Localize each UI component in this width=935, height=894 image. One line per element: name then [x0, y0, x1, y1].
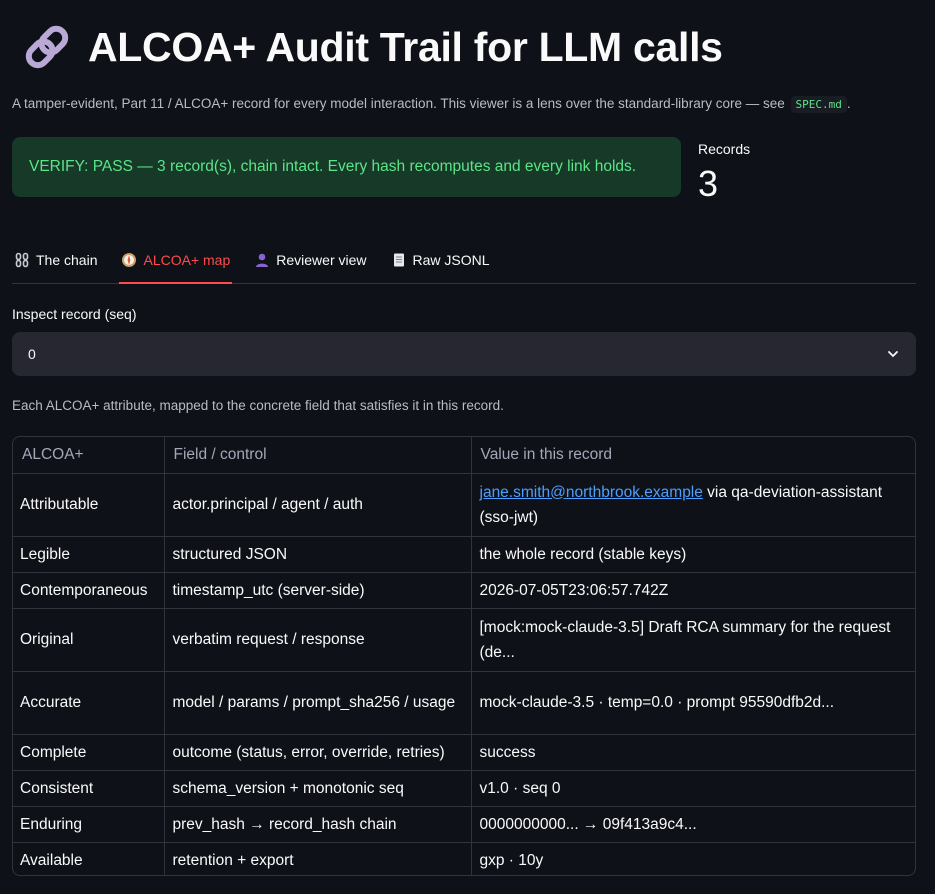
tab-label: Reviewer view — [276, 252, 367, 268]
field-cell: outcome (status, error, override, retrie… — [164, 734, 472, 771]
document-icon — [393, 253, 404, 267]
attr-cell: Enduring — [13, 806, 165, 843]
tab-bar: The chain ALCOA+ map Reviewer view Raw J… — [12, 240, 916, 284]
table-row: Contemporaneous timestamp_utc (server-si… — [13, 572, 915, 609]
tab-label: Raw JSONL — [412, 252, 490, 268]
value-cell: [mock:mock-claude-3.5] Draft RCA summary… — [471, 608, 915, 672]
table-row: Accurate model / params / prompt_sha256 … — [13, 671, 915, 735]
tab-label: ALCOA+ map — [143, 252, 231, 268]
field-cell: retention + export — [164, 842, 472, 875]
table-row: Attributable actor.principal / agent / a… — [13, 473, 915, 537]
attr-cell: Legible — [13, 536, 165, 573]
tab-label: The chain — [36, 252, 98, 268]
metric-label: Records — [698, 141, 751, 157]
attr-cell: Accurate — [13, 671, 165, 735]
attr-cell: Attributable — [13, 473, 165, 537]
table-row: Consistent schema_version + monotonic se… — [13, 770, 915, 807]
inspect-record-select[interactable]: 0 — [12, 332, 916, 376]
page: ALCOA+ Audit Trail for LLM calls A tampe… — [0, 0, 935, 894]
value-cell: mock-claude-3.5 · temp=0.0 · prompt 9559… — [471, 671, 915, 735]
field-cell: actor.principal / agent / auth — [164, 473, 472, 537]
records-metric: Records 3 — [698, 141, 750, 205]
field-cell: timestamp_utc (server-side) — [164, 572, 472, 609]
value-cell: gxp · 10y — [479, 851, 544, 869]
inspect-record-label: Inspect record (seq) — [12, 306, 137, 322]
tab-raw-jsonl[interactable]: Raw JSONL — [389, 240, 492, 280]
subtitle-end: . — [846, 96, 851, 111]
field-cell: model / params / prompt_sha256 / usage — [164, 671, 472, 735]
value-cell: jane.smith@northbrook.example via qa-dev… — [471, 473, 915, 537]
column-header: Field / control — [164, 437, 472, 474]
spec-code: SPEC.md — [790, 96, 847, 113]
table-row: Complete outcome (status, error, overrid… — [13, 734, 915, 771]
attr-cell: Contemporaneous — [13, 572, 165, 609]
table-caption: Each ALCOA+ attribute, mapped to the con… — [12, 398, 504, 413]
tab-reviewer-view[interactable]: Reviewer view — [252, 240, 368, 280]
table-row: Available retention + export gxp · 10y — [13, 842, 915, 875]
link-icon — [25, 25, 69, 69]
field-cell: structured JSON — [164, 536, 472, 573]
attr-cell: Consistent — [13, 770, 165, 807]
value-cell: the whole record (stable keys) — [471, 536, 915, 573]
table-row: Enduring prev_hash → record_hash chain 0… — [13, 806, 915, 843]
value-cell: 0000000000... → 09f413a9c4... — [471, 806, 915, 843]
selected-value: 0 — [28, 346, 36, 362]
metric-value: 3 — [698, 163, 719, 204]
subtitle-text: A tamper-evident, Part 11 / ALCOA+ recor… — [12, 96, 785, 111]
verify-status-banner: VERIFY: PASS — 3 record(s), chain intact… — [12, 137, 681, 197]
alcoa-table: ALCOA+ Field / control Value in this rec… — [12, 436, 916, 876]
compass-icon — [122, 253, 137, 267]
value-cell: v1.0 · seq 0 — [471, 770, 915, 807]
field-cell: schema_version + monotonic seq — [164, 770, 472, 807]
table-row: Legible structured JSON the whole record… — [13, 536, 915, 573]
table-row: Original verbatim request / response [mo… — [13, 608, 915, 672]
column-header: ALCOA+ — [13, 437, 165, 474]
tab-the-chain[interactable]: The chain — [12, 240, 99, 280]
field-cell: verbatim request / response — [164, 608, 472, 672]
field-cell: prev_hash → record_hash chain — [164, 806, 472, 843]
column-header: Value in this record — [471, 437, 915, 474]
chain-icon — [15, 252, 29, 268]
table-header-row: ALCOA+ Field / control Value in this rec… — [13, 437, 915, 474]
value-cell: 2026-07-05T23:06:57.742Z — [471, 572, 915, 609]
tab-alcoa-map[interactable]: ALCOA+ map — [119, 240, 233, 284]
page-subtitle: A tamper-evident, Part 11 / ALCOA+ recor… — [12, 96, 851, 113]
attr-cell: Complete — [13, 734, 165, 771]
value-cell: success — [471, 734, 915, 771]
principal-email-link[interactable]: jane.smith@northbrook.example — [480, 484, 703, 501]
attr-cell: Original — [13, 608, 165, 672]
person-icon — [256, 253, 269, 267]
chevron-down-icon — [888, 351, 898, 358]
title-row: ALCOA+ Audit Trail for LLM calls — [22, 22, 723, 72]
attr-cell: Available — [13, 842, 165, 875]
page-title: ALCOA+ Audit Trail for LLM calls — [88, 23, 723, 70]
verify-message: VERIFY: PASS — 3 record(s), chain intact… — [29, 158, 637, 175]
